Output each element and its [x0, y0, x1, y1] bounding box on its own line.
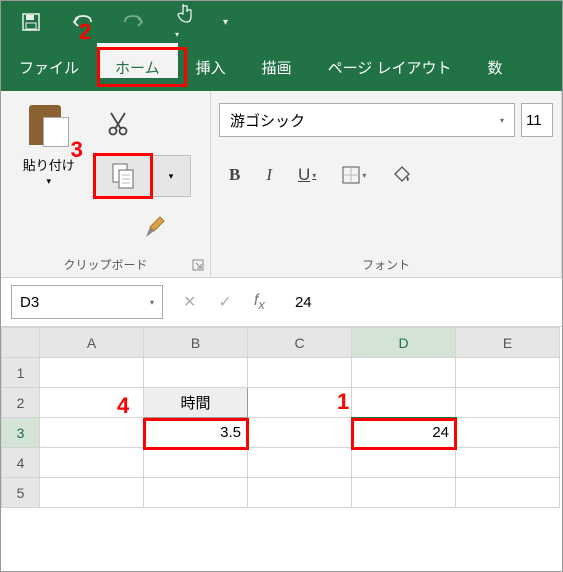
tab-draw[interactable]: 描画	[244, 43, 310, 91]
chevron-down-icon: ▾	[500, 116, 504, 125]
fill-color-button[interactable]	[392, 166, 412, 184]
tab-home[interactable]: ホーム	[97, 43, 178, 78]
tab-file[interactable]: ファイル	[1, 43, 97, 91]
row-header-4[interactable]: 4	[2, 448, 40, 478]
save-icon[interactable]	[21, 12, 41, 32]
cell-a4[interactable]	[40, 448, 144, 478]
select-all-corner[interactable]	[2, 328, 40, 358]
copy-icon	[111, 162, 137, 190]
cell-b4[interactable]	[144, 448, 248, 478]
clipboard-group-label: クリップボード	[1, 256, 210, 273]
paste-label: 貼り付け	[23, 155, 75, 174]
cell-e3[interactable]	[456, 418, 560, 448]
formula-bar: D3 ▾ ✕ ✓ fx 24	[1, 277, 562, 327]
chevron-down-icon: ▾	[150, 298, 154, 307]
scissors-icon	[107, 111, 129, 137]
cell-c4[interactable]	[248, 448, 352, 478]
ribbon: 貼り付け ▾ ▾ 3	[1, 91, 562, 277]
grid: A B C D E 1 2 時間 3 3.5 24	[1, 327, 560, 508]
worksheet: A B C D E 1 2 時間 3 3.5 24	[1, 327, 562, 508]
cut-button[interactable]	[95, 103, 204, 145]
name-box-value: D3	[20, 294, 39, 311]
col-header-c[interactable]: C	[248, 328, 352, 358]
cell-a3[interactable]	[40, 418, 144, 448]
touch-mode-icon[interactable]: ▾	[175, 2, 193, 42]
paste-button[interactable]: 貼り付け ▾	[7, 99, 91, 249]
quick-access-toolbar: ▾ ▾	[1, 1, 562, 43]
col-header-e[interactable]: E	[456, 328, 560, 358]
cancel-icon[interactable]: ✕	[183, 292, 196, 312]
tab-insert[interactable]: 挿入	[178, 43, 244, 91]
borders-icon	[342, 166, 360, 184]
formula-input[interactable]: 24	[275, 294, 312, 311]
cell-d1[interactable]	[352, 358, 456, 388]
format-painter-button[interactable]	[95, 207, 204, 249]
name-box[interactable]: D3 ▾	[11, 285, 163, 319]
cell-a2[interactable]	[40, 388, 144, 418]
cell-e2[interactable]	[456, 388, 560, 418]
cell-d5[interactable]	[352, 478, 456, 508]
cell-c5[interactable]	[248, 478, 352, 508]
row-header-3[interactable]: 3	[2, 418, 40, 448]
cell-a1[interactable]	[40, 358, 144, 388]
font-group: 游ゴシック ▾ 11 B I U▾ ▾ フォント	[211, 91, 562, 277]
col-header-b[interactable]: B	[144, 328, 248, 358]
col-header-d[interactable]: D	[352, 328, 456, 358]
bucket-icon	[392, 166, 412, 184]
font-size-value: 11	[526, 112, 542, 129]
clipboard-launcher-icon[interactable]	[192, 259, 204, 271]
copy-button[interactable]: ▾	[95, 155, 191, 197]
paste-icon	[29, 103, 69, 149]
tab-pagelayout[interactable]: ページ レイアウト	[310, 43, 470, 91]
ribbon-tabs: ファイル ホーム 2 挿入 描画 ページ レイアウト 数	[1, 43, 562, 91]
fx-icon[interactable]: fx	[254, 292, 265, 312]
font-name-select[interactable]: 游ゴシック ▾	[219, 103, 515, 137]
redo-icon	[123, 13, 145, 31]
underline-button[interactable]: U▾	[298, 165, 316, 185]
customize-qat-icon[interactable]: ▾	[223, 17, 228, 28]
cell-c3[interactable]	[248, 418, 352, 448]
cell-b2[interactable]: 時間	[144, 388, 248, 418]
row-header-2[interactable]: 2	[2, 388, 40, 418]
paste-dropdown-icon[interactable]: ▾	[47, 176, 52, 187]
cell-b5[interactable]	[144, 478, 248, 508]
brush-icon	[142, 215, 168, 241]
row-header-5[interactable]: 5	[2, 478, 40, 508]
col-header-a[interactable]: A	[40, 328, 144, 358]
cell-a5[interactable]	[40, 478, 144, 508]
font-name-value: 游ゴシック	[230, 110, 305, 131]
cell-c2[interactable]	[248, 388, 352, 418]
row-header-1[interactable]: 1	[2, 358, 40, 388]
copy-dropdown[interactable]: ▾	[152, 156, 190, 196]
italic-button[interactable]: I	[266, 165, 272, 185]
cell-d4[interactable]	[352, 448, 456, 478]
borders-button[interactable]: ▾	[342, 166, 366, 184]
cell-c1[interactable]	[248, 358, 352, 388]
cell-e4[interactable]	[456, 448, 560, 478]
cell-e5[interactable]	[456, 478, 560, 508]
undo-icon[interactable]	[71, 13, 93, 31]
cell-d3[interactable]: 24	[352, 418, 456, 448]
tab-formulas[interactable]: 数	[469, 43, 520, 91]
enter-icon[interactable]: ✓	[218, 292, 231, 312]
font-size-select[interactable]: 11	[521, 103, 553, 137]
bold-button[interactable]: B	[229, 165, 240, 185]
cell-b1[interactable]	[144, 358, 248, 388]
cell-d2[interactable]	[352, 388, 456, 418]
cell-e1[interactable]	[456, 358, 560, 388]
font-group-label: フォント	[211, 256, 561, 273]
clipboard-group: 貼り付け ▾ ▾ 3	[1, 91, 211, 277]
cell-b3[interactable]: 3.5	[144, 418, 248, 448]
